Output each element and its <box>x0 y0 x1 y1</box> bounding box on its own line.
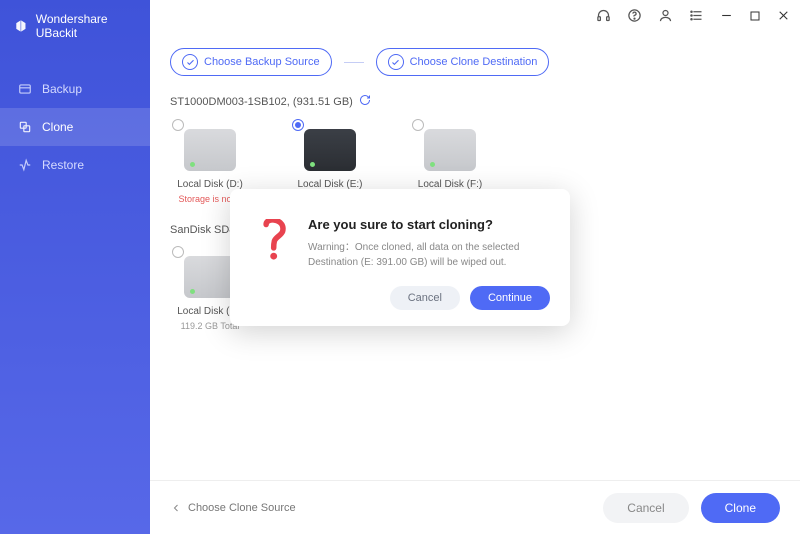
confirm-modal: Are you sure to start cloning? Warning：O… <box>230 189 570 326</box>
modal-continue-button[interactable]: Continue <box>470 286 550 310</box>
modal-text: Warning：Once cloned, all data on the sel… <box>308 240 544 270</box>
modal-cancel-button[interactable]: Cancel <box>390 286 460 310</box>
question-icon <box>256 219 292 270</box>
modal-overlay: Are you sure to start cloning? Warning：O… <box>0 0 800 534</box>
modal-title: Are you sure to start cloning? <box>308 217 544 232</box>
